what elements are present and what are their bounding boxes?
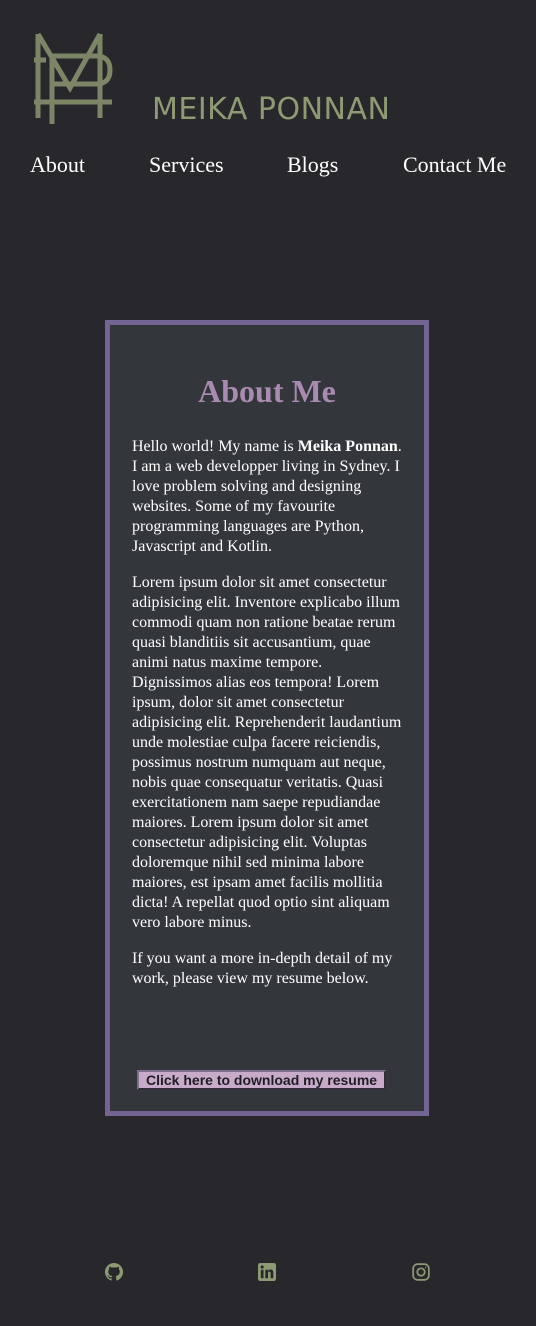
nav-contact-me[interactable]: Contact Me <box>403 152 506 178</box>
about-body: Hello world! My name is Meika Ponnan. I … <box>132 437 406 989</box>
intro-text-start: Hello world! My name is <box>132 438 298 455</box>
about-card: About Me Hello world! My name is Meika P… <box>105 320 429 1116</box>
nav-blogs[interactable]: Blogs <box>287 152 338 178</box>
author-name: Meika Ponnan <box>297 438 398 455</box>
mp-monogram-logo[interactable] <box>32 30 114 126</box>
main-navigation: About Services Blogs Contact Me <box>0 152 536 184</box>
intro-text-end: . I am a web developper living in Sydney… <box>132 438 402 555</box>
lorem-paragraph: Lorem ipsum dolor sit amet consectetur a… <box>132 574 402 931</box>
about-title: About Me <box>198 373 336 409</box>
download-resume-button[interactable]: Click here to download my resume <box>137 1070 387 1090</box>
instagram-icon[interactable] <box>412 1263 430 1281</box>
nav-services[interactable]: Services <box>149 152 224 178</box>
linkedin-icon[interactable] <box>258 1263 276 1281</box>
site-header: MEIKA PONNAN About Services Blogs Contac… <box>0 0 536 200</box>
brand-name: MEIKA PONNAN <box>152 92 391 127</box>
intro-paragraph: Hello world! My name is Meika Ponnan. I … <box>132 437 406 557</box>
resume-intro-paragraph: If you want a more in-depth detail of my… <box>132 950 393 987</box>
nav-about[interactable]: About <box>30 152 85 178</box>
github-icon[interactable] <box>105 1263 123 1281</box>
